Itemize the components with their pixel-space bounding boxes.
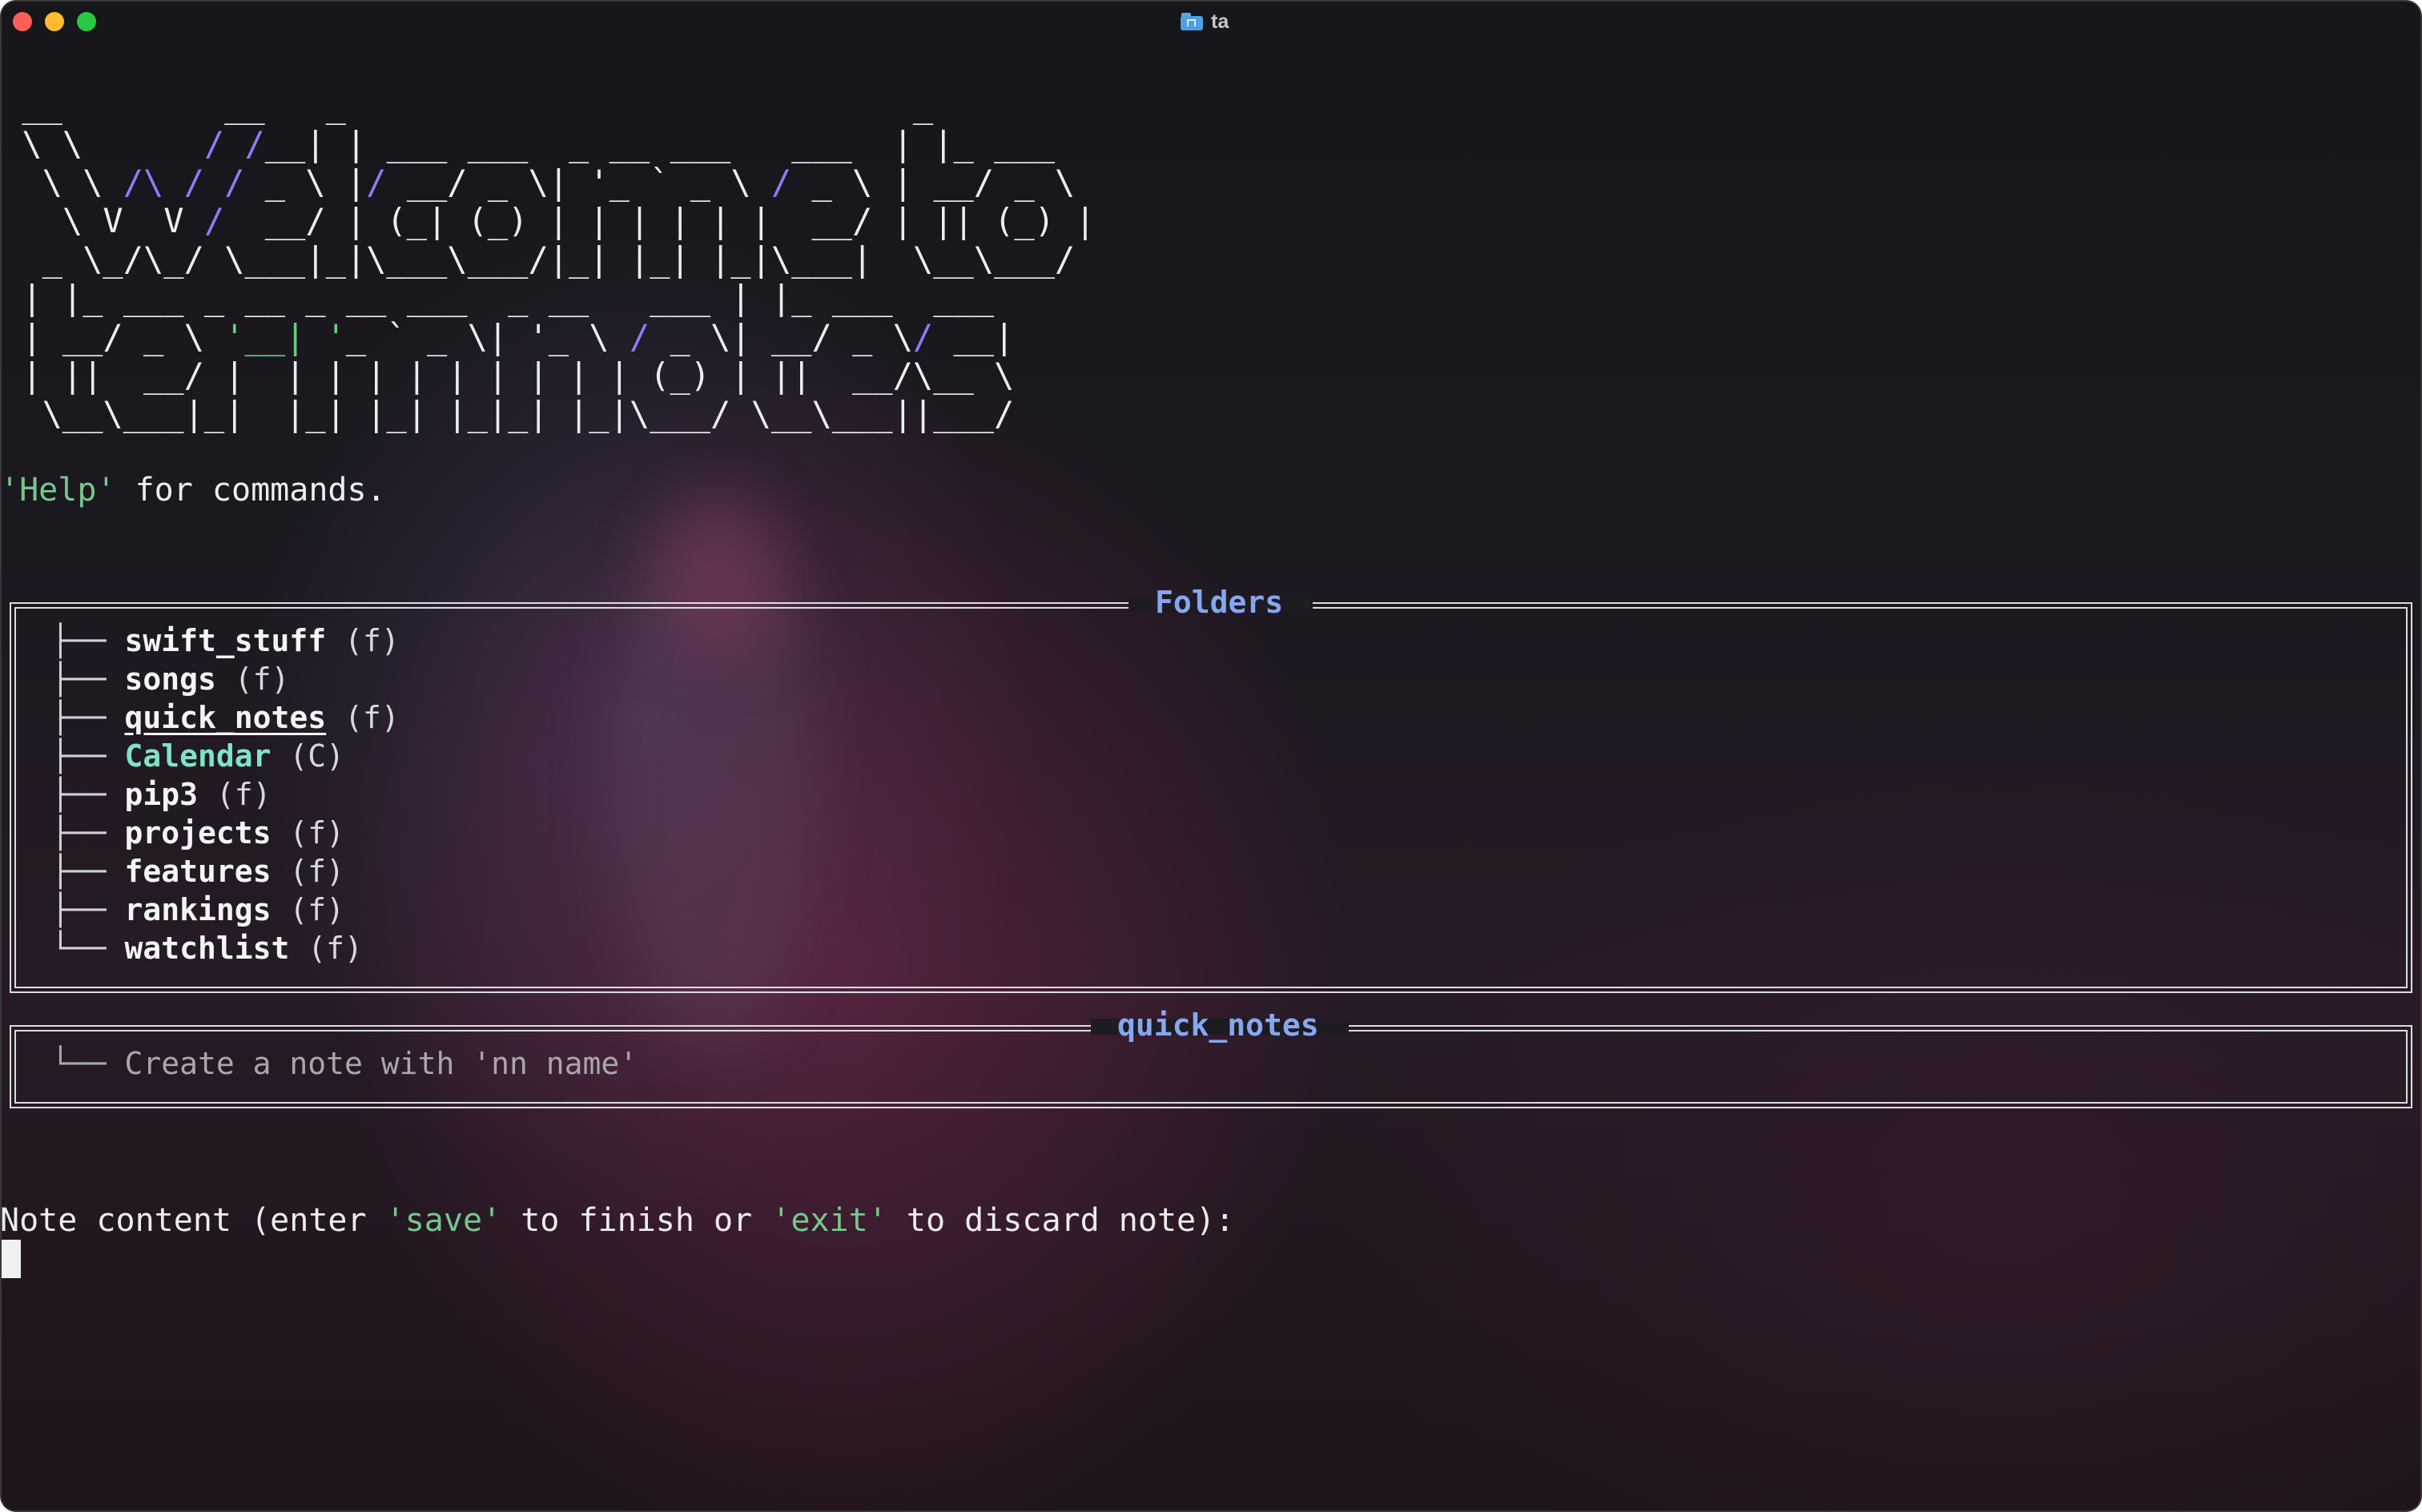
tree-branch: ├── bbox=[51, 854, 125, 889]
folder-type: (C) bbox=[271, 738, 345, 774]
folders-panel: Folders ├── swift_stuff (f) ├── songs (f)… bbox=[10, 585, 2412, 993]
banner-segment: | || __/ | | | | | | | | | | (_) | || __… bbox=[2, 355, 1035, 395]
folder-type: (f) bbox=[289, 931, 363, 966]
folder-type: (f) bbox=[326, 623, 400, 658]
folder-item-features[interactable]: ├── features (f) bbox=[51, 852, 344, 891]
banner-segment: __/ | (_| (_) | | | | | | __/ | || (_) | bbox=[224, 201, 1096, 241]
tree-branch: ├── bbox=[51, 815, 125, 850]
folder-item-songs[interactable]: ├── songs (f) bbox=[51, 660, 289, 698]
terminal-window: ta __ __ _ _ \ \ / /__| | ___ ___ _ __ _… bbox=[0, 0, 2422, 1512]
text-cursor[interactable] bbox=[2, 1240, 21, 1278]
tree-branch: ├── bbox=[51, 662, 125, 697]
help-keyword: 'Help' bbox=[0, 472, 116, 509]
folder-name: songs bbox=[124, 662, 216, 697]
banner-segment: \ \ bbox=[2, 163, 123, 203]
save-keyword: 'save' bbox=[385, 1202, 502, 1239]
folder-type: (f) bbox=[271, 854, 345, 889]
banner-segment: \ V V bbox=[2, 201, 204, 241]
tree-branch: └── bbox=[51, 931, 125, 966]
banner-segment: / bbox=[770, 163, 792, 203]
folder-item-rankings[interactable]: ├── rankings (f) bbox=[51, 891, 344, 929]
folder-name: Calendar bbox=[124, 738, 272, 774]
window-title: ta bbox=[1181, 8, 1229, 35]
banner-segment: / bbox=[629, 316, 650, 356]
note-content-prompt: Note content (enter 'save' to finish or … bbox=[0, 1201, 1234, 1240]
folder-type: (f) bbox=[198, 777, 272, 812]
tree-branch: ├── bbox=[51, 892, 125, 927]
folder-name: watchlist bbox=[124, 931, 290, 966]
notes-panel-title: quick_notes bbox=[1117, 1007, 1319, 1043]
banner-segment: | __/ _ \ bbox=[2, 316, 225, 356]
prompt-text: to discard note): bbox=[887, 1202, 1235, 1239]
tree-branch: ├── bbox=[51, 700, 125, 735]
folder-type: (f) bbox=[271, 815, 345, 850]
banner-segment: | |_ ___ _ __ _ __ ___ _ __ ___ | |_ ___… bbox=[2, 278, 1035, 318]
banner-segment: _ \ | bbox=[244, 163, 367, 203]
folders-panel-title: Folders bbox=[1155, 585, 1284, 620]
banner-segment: / bbox=[912, 316, 934, 356]
prompt-text: to finish or bbox=[501, 1202, 772, 1239]
folder-item-quick-notes[interactable]: ├── quick_notes (f) bbox=[51, 698, 400, 737]
close-window-button[interactable] bbox=[13, 12, 32, 31]
folder-name: pip3 bbox=[124, 777, 199, 812]
folder-item-projects[interactable]: ├── projects (f) bbox=[51, 814, 344, 852]
notes-panel: quick_notes └── Create a note with 'nn n… bbox=[10, 1007, 2412, 1108]
banner-segment: __ __ _ _ bbox=[2, 86, 1096, 125]
tree-branch: ├── bbox=[51, 777, 125, 812]
banner-segment: / bbox=[203, 201, 225, 241]
folder-type: (f) bbox=[271, 892, 345, 927]
folder-item-pip3[interactable]: ├── pip3 (f) bbox=[51, 775, 272, 814]
folder-item-swift-stuff[interactable]: ├── swift_stuff (f) bbox=[51, 621, 400, 660]
folder-icon bbox=[1181, 13, 1203, 30]
folder-name: quick_notes bbox=[124, 700, 327, 735]
banner-segment: '__| ' bbox=[224, 316, 346, 356]
banner-segment: /\ / / bbox=[123, 163, 245, 203]
banner-segment: __| | ___ ___ _ __ ___ ___ | |_ ___ bbox=[264, 124, 1096, 164]
minimize-window-button[interactable] bbox=[45, 12, 64, 31]
help-text: for commands. bbox=[115, 472, 386, 509]
folder-item-watchlist[interactable]: └── watchlist (f) bbox=[51, 929, 363, 967]
banner-segment: / / bbox=[203, 124, 265, 164]
welcome-banner: __ __ _ _ \ \ / /__| | ___ ___ _ __ ___ … bbox=[2, 86, 1095, 433]
banner-segment: \__\___|_| |_| |_| |_|_| |_|\___/ \__\__… bbox=[2, 393, 1035, 433]
window-title-text: ta bbox=[1211, 10, 1229, 33]
banner-segment: __| bbox=[933, 316, 1035, 356]
folder-name: projects bbox=[124, 815, 272, 850]
folder-type: (f) bbox=[326, 700, 400, 735]
banner-segment: _ ` _ \| '_ \ bbox=[345, 316, 630, 356]
banner-segment: / bbox=[366, 163, 387, 203]
tree-branch: └── bbox=[51, 1046, 125, 1081]
notes-empty-row: └── Create a note with 'nn name' bbox=[51, 1044, 638, 1083]
banner-segment: _ \| __/ _ \ bbox=[650, 316, 913, 356]
folder-item-calendar[interactable]: ├── Calendar (C) bbox=[51, 737, 344, 775]
folder-type: (f) bbox=[215, 662, 290, 697]
zoom-window-button[interactable] bbox=[77, 12, 96, 31]
banner-segment: \ \ bbox=[2, 124, 204, 164]
folder-name: rankings bbox=[124, 892, 272, 927]
folder-name: swift_stuff bbox=[124, 623, 327, 658]
title-bar: ta bbox=[0, 0, 2422, 43]
prompt-text: Note content (enter bbox=[0, 1202, 386, 1239]
banner-segment: _ \ | __/ _ \ bbox=[791, 163, 1096, 203]
tree-branch: ├── bbox=[51, 623, 125, 658]
help-line: 'Help' for commands. bbox=[0, 471, 386, 509]
exit-keyword: 'exit' bbox=[771, 1202, 887, 1239]
banner-segment: __/ _ \| '_ ` _ \ bbox=[386, 163, 771, 203]
tree-branch: ├── bbox=[51, 738, 125, 774]
notes-hint: Create a note with 'nn name' bbox=[124, 1046, 638, 1081]
folder-name: features bbox=[124, 854, 272, 889]
banner-segment: _ \_/\_/ \___|_|\___\___/|_| |_| |_|\___… bbox=[2, 239, 1096, 279]
